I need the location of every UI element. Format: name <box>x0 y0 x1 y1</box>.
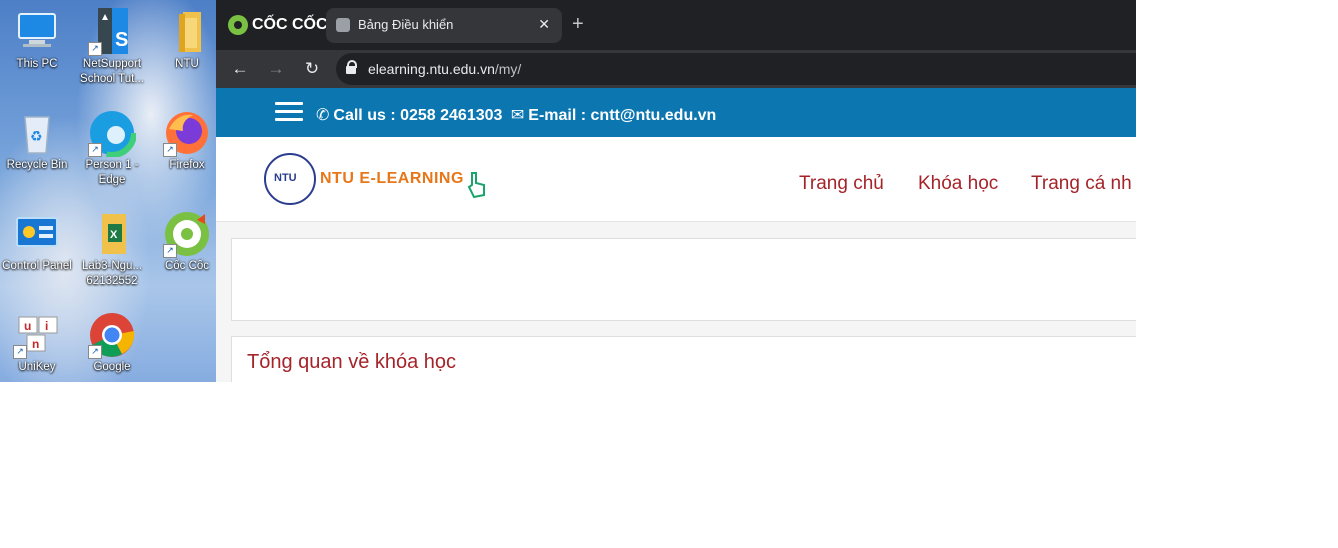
computer-icon <box>13 8 61 56</box>
browser-toolbar: ← → ↻ elearning.ntu.edu.vn/my/ <box>216 50 1136 88</box>
desktop-icon-unikey[interactable]: uin ↗ UniKey <box>2 311 72 375</box>
control-panel-icon <box>13 210 61 258</box>
desktop-icon-label: Google <box>93 361 131 373</box>
desktop-icon-label: Firefox <box>169 159 205 171</box>
address-bar[interactable]: elearning.ntu.edu.vn/my/ <box>336 53 1136 85</box>
desktop-icon-label: Lab3-Ngu... 62132552 <box>81 260 143 287</box>
desktop-icon-coccoc[interactable]: ↗ Cốc Cốc <box>152 210 222 274</box>
site-logo-name: NTU E-LEARNING <box>320 170 464 187</box>
shortcut-arrow-icon: ↗ <box>163 143 177 157</box>
desktop-icon-label: This PC <box>16 58 58 70</box>
desktop-icon-label: Recycle Bin <box>6 159 68 171</box>
shortcut-arrow-icon: ↗ <box>88 345 102 359</box>
desktop-icon-ntu-folder[interactable]: NTU <box>152 8 222 72</box>
shortcut-arrow-icon: ↗ <box>88 42 102 56</box>
svg-text:S: S <box>115 29 128 51</box>
recycle-bin-icon: ♻ <box>13 109 61 157</box>
desktop-icon-label: Cốc Cốc <box>164 260 210 272</box>
desktop-icon-label: NTU <box>175 58 199 70</box>
excel-folder-icon: X <box>88 210 136 258</box>
url-path: /my/ <box>494 61 522 77</box>
nav-home[interactable]: Trang chủ <box>799 173 884 195</box>
desktop-icon-label: NetSupport School Tut... <box>80 58 144 85</box>
contact-info: ✆ Call us : 0258 2461303 ✉ E-mail : cntt@n… <box>316 105 716 125</box>
desktop-icon-this-pc[interactable]: This PC <box>2 8 72 72</box>
desktop-icon-google[interactable]: ↗ Google <box>77 311 147 375</box>
pointer-hand-icon <box>466 171 488 199</box>
contact-email[interactable]: E-mail : cntt@ntu.edu.vn <box>528 107 716 124</box>
content-block <box>231 238 1136 321</box>
tab-title: Bảng Điều khiển <box>358 17 454 32</box>
tab-bar: CỐC CỐC Bảng Điều khiển ✕ + <box>216 0 1136 50</box>
svg-text:n: n <box>32 337 39 351</box>
browser-brand-name: CỐC CỐC <box>252 16 328 33</box>
shortcut-arrow-icon: ↗ <box>163 244 177 258</box>
netsupport-icon: S ↗ <box>88 8 136 56</box>
site-header: NTU NTU E-LEARNING Trang chủ Khóa học Tr… <box>216 137 1136 222</box>
edge-icon: ↗ <box>87 108 137 158</box>
screen: This PC S ↗ NetSupport School Tut... NTU… <box>0 0 1136 382</box>
desktop-icon-lab3[interactable]: X Lab3-Ngu... 62132552 <box>77 210 147 289</box>
reload-button[interactable]: ↻ <box>300 57 324 81</box>
contact-phone: Call us : 0258 2461303 <box>333 107 503 124</box>
svg-text:u: u <box>24 319 31 333</box>
svg-text:♻: ♻ <box>30 129 43 145</box>
lock-icon[interactable] <box>346 60 357 74</box>
web-page: ✆ Call us : 0258 2461303 ✉ E-mail : cntt@n… <box>216 88 1136 382</box>
unikey-icon: uin ↗ <box>13 311 61 359</box>
hamburger-menu-icon[interactable] <box>275 102 303 122</box>
svg-text:i: i <box>45 319 48 333</box>
envelope-icon: ✉ <box>510 107 525 124</box>
nav-courses[interactable]: Khóa học <box>918 173 998 195</box>
desktop-icon-edge[interactable]: ↗ Person 1 - Edge <box>77 108 147 188</box>
site-logo[interactable]: NTU NTU E-LEARNING <box>264 153 488 205</box>
address-url[interactable]: elearning.ntu.edu.vn/my/ <box>368 61 521 77</box>
shortcut-arrow-icon: ↗ <box>88 143 102 157</box>
desktop-icon-control-panel[interactable]: Control Panel <box>2 210 72 274</box>
firefox-icon: ↗ <box>163 109 211 157</box>
chrome-icon: ↗ <box>88 311 136 359</box>
folder-icon <box>163 8 211 56</box>
svg-text:X: X <box>110 229 118 241</box>
desktop-icon-firefox[interactable]: ↗ Firefox <box>152 109 222 173</box>
tab-favicon-icon <box>336 18 350 32</box>
seal-text: NTU <box>274 172 297 184</box>
university-seal-icon: NTU <box>264 153 316 205</box>
tab-close-button[interactable]: ✕ <box>538 16 550 33</box>
desktop-icon-recycle-bin[interactable]: ♻ Recycle Bin <box>2 109 72 173</box>
section-title: Tổng quan về khóa học <box>247 351 457 373</box>
coccoc-icon: ↗ <box>163 210 211 258</box>
shortcut-arrow-icon: ↗ <box>13 345 27 359</box>
phone-icon: ✆ <box>316 107 330 124</box>
new-tab-button[interactable]: + <box>572 13 584 36</box>
desktop: This PC S ↗ NetSupport School Tut... NTU… <box>0 0 216 382</box>
forward-button[interactable]: → <box>264 57 288 81</box>
coccoc-logo-icon <box>228 15 248 35</box>
contact-bar: ✆ Call us : 0258 2461303 ✉ E-mail : cntt@n… <box>216 88 1136 137</box>
url-host: elearning.ntu.edu.vn <box>368 61 495 77</box>
back-button[interactable]: ← <box>228 57 252 81</box>
tab-active[interactable]: Bảng Điều khiển ✕ <box>326 8 562 43</box>
desktop-icon-netsupport[interactable]: S ↗ NetSupport School Tut... <box>77 8 147 87</box>
desktop-icon-label: UniKey <box>18 361 56 373</box>
browser-window: CỐC CỐC Bảng Điều khiển ✕ + ← → ↻ elearn… <box>216 0 1136 382</box>
desktop-icon-label: Control Panel <box>2 260 72 272</box>
nav-profile[interactable]: Trang cá nh <box>1031 173 1132 195</box>
desktop-icon-label: Person 1 - Edge <box>85 159 139 186</box>
course-overview-block: Tổng quan về khóa học <box>231 336 1136 382</box>
browser-brand[interactable]: CỐC CỐC <box>228 14 328 36</box>
